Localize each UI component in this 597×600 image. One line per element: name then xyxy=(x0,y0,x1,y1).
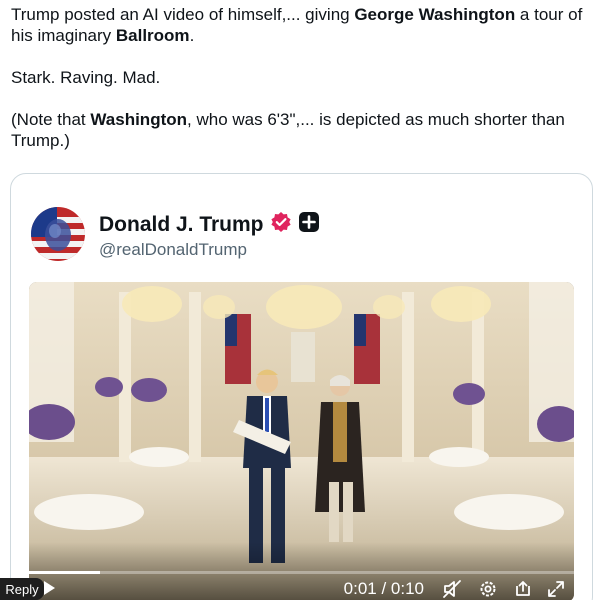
flag-portrait-avatar[interactable] xyxy=(31,207,85,261)
share-icon[interactable] xyxy=(513,579,533,599)
post-text-run: Trump posted an AI video of himself,... … xyxy=(11,5,355,24)
post-text-run: (Note that xyxy=(11,110,91,129)
verified-badge-icon xyxy=(270,211,292,238)
video-progress-fill xyxy=(29,571,100,574)
video-progress-bar[interactable] xyxy=(29,571,574,574)
quoted-post-header: Donald J. Trump @realDonaldTrump xyxy=(31,207,571,263)
post-bold-text: Washington xyxy=(90,110,188,129)
reply-button[interactable]: Reply xyxy=(0,578,44,600)
video-player[interactable]: 0:01 / 0:10 xyxy=(29,282,574,600)
quoted-author-name[interactable]: Donald J. Trump xyxy=(99,213,264,237)
settings-icon[interactable] xyxy=(478,579,498,599)
post-bold-text: Ballroom xyxy=(115,26,190,45)
video-controls: 0:01 / 0:10 xyxy=(29,542,574,600)
post-paragraph-2: Stark. Raving. Mad. xyxy=(11,68,161,87)
quoted-author-handle[interactable]: @realDonaldTrump xyxy=(99,240,247,260)
post-paragraph-1: Trump posted an AI video of himself,... … xyxy=(11,4,591,46)
fullscreen-icon[interactable] xyxy=(546,579,566,599)
quoted-post-card[interactable]: Donald J. Trump @realDonaldTrump 0:01 / … xyxy=(10,173,593,600)
post-paragraph-3: (Note that Washington, who was 6'3",... … xyxy=(11,109,591,151)
mute-icon[interactable] xyxy=(442,579,462,599)
post-text: Trump posted an AI video of himself,... … xyxy=(11,4,591,151)
post-text-run: . xyxy=(189,26,195,45)
post-bold-text: George Washington xyxy=(354,5,516,24)
plus-badge-icon xyxy=(298,211,320,238)
video-time: 0:01 / 0:10 xyxy=(343,579,424,598)
